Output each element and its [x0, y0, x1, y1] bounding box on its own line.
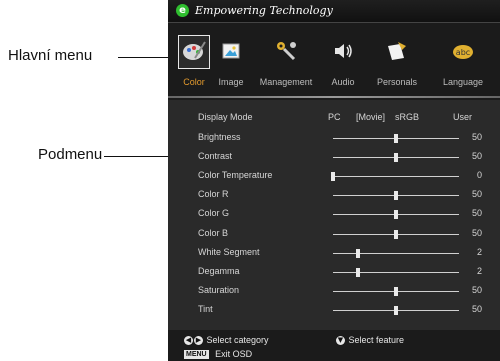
tab-label: Color — [183, 77, 205, 87]
display-mode-option-srgb[interactable]: sRGB — [395, 112, 419, 122]
slider-track[interactable] — [333, 176, 459, 178]
setting-row[interactable]: Color Temperature 0 — [198, 170, 488, 184]
tab-personals[interactable]: Personals — [369, 34, 425, 90]
left-arrow-button-icon: ◀ — [184, 336, 193, 346]
slider-knob[interactable] — [356, 267, 361, 277]
display-mode-option-pc[interactable]: PC — [328, 112, 341, 122]
slider-knob[interactable] — [394, 286, 398, 296]
setting-value: 50 — [471, 284, 482, 295]
tab-label: Audio — [331, 77, 355, 87]
setting-value: 50 — [471, 227, 482, 238]
display-mode-row[interactable]: Display Mode PC [Movie] sRGB User — [198, 112, 498, 126]
setting-label: Contrast — [198, 151, 233, 162]
setting-value: 50 — [471, 208, 482, 219]
svg-text:abc: abc — [456, 48, 470, 57]
slider-knob[interactable] — [394, 153, 398, 163]
callout-main-menu: Hlavní menu — [8, 47, 93, 64]
setting-row[interactable]: Color B 50 — [198, 228, 488, 242]
menu-divider — [168, 96, 500, 98]
display-mode-label: Display Mode — [198, 112, 253, 122]
tab-label: Management — [259, 77, 313, 87]
setting-value: 2 — [476, 265, 482, 276]
tab-language[interactable]: abc Language — [426, 34, 500, 90]
setting-row[interactable]: Color R 50 — [198, 189, 488, 203]
slider-track[interactable] — [333, 271, 459, 273]
hint-select-category: ◀ ▶ Select category — [184, 335, 269, 346]
menu-key-icon: MENU — [184, 350, 209, 360]
setting-row[interactable]: Brightness 50 — [198, 132, 488, 146]
tab-label: Image — [218, 77, 244, 87]
tab-audio[interactable]: Audio — [323, 34, 363, 90]
setting-label: Brightness — [198, 132, 241, 142]
slider-knob[interactable] — [331, 172, 335, 182]
tab-management[interactable]: Management — [251, 34, 321, 90]
display-mode-option-user[interactable]: User — [453, 112, 472, 122]
brand-logo-icon: e — [176, 4, 189, 17]
osd-menu: e Empowering Technology Color Image Mana… — [168, 0, 500, 361]
setting-label: Saturation — [198, 284, 240, 295]
setting-row[interactable]: White Segment 2 — [198, 247, 488, 261]
right-arrow-button-icon: ▶ — [194, 336, 203, 346]
setting-row[interactable]: Tint 50 — [198, 304, 488, 318]
hint-exit-osd-text: Exit OSD — [215, 349, 253, 359]
setting-label: Tint — [198, 303, 213, 314]
slider-knob[interactable] — [394, 229, 398, 239]
setting-label: Degamma — [198, 265, 240, 276]
palette-icon — [183, 41, 206, 60]
wrench-gear-icon — [277, 42, 296, 61]
tab-color[interactable]: Color — [172, 34, 216, 90]
down-arrow-button-icon: ▼ — [336, 336, 345, 346]
setting-label: White Segment — [198, 246, 260, 257]
setting-row[interactable]: Degamma 2 — [198, 266, 488, 280]
callout-submenu: Podmenu — [38, 146, 103, 163]
abc-language-icon: abc — [453, 45, 473, 59]
tab-label: Personals — [376, 77, 418, 87]
setting-label: Color B — [198, 227, 229, 238]
setting-value: 50 — [471, 189, 482, 200]
setting-row[interactable]: Color G 50 — [198, 208, 488, 222]
speaker-icon — [335, 44, 352, 58]
tab-image[interactable]: Image — [212, 34, 250, 90]
brand-text: Empowering Technology — [195, 4, 333, 17]
setting-value: 2 — [476, 246, 482, 257]
submenu-panel: Display Mode PC [Movie] sRGB User Bright… — [168, 100, 500, 330]
setting-value: 0 — [476, 170, 482, 181]
osd-header: e Empowering Technology — [168, 0, 500, 23]
setting-label: Color Temperature — [198, 170, 273, 181]
setting-value: 50 — [471, 151, 482, 162]
slider-knob[interactable] — [356, 248, 361, 258]
slider-knob[interactable] — [394, 210, 398, 220]
display-mode-option-movie[interactable]: [Movie] — [356, 112, 385, 122]
osd-footer: ◀ ▶ Select category ▼ Select feature MENU… — [168, 330, 500, 361]
hint-select-feature-text: Select feature — [348, 335, 405, 345]
image-icon — [222, 43, 240, 59]
setting-label: Color G — [198, 208, 230, 219]
setting-row[interactable]: Saturation 50 — [198, 285, 488, 299]
tab-label: Language — [442, 77, 484, 87]
slider-knob[interactable] — [394, 134, 398, 143]
slider-track[interactable] — [333, 252, 459, 254]
hint-select-feature: ▼ Select feature — [336, 335, 405, 346]
main-menu-tabs: Color Image Management Audio Personals a… — [168, 30, 500, 90]
slider-knob[interactable] — [394, 191, 398, 201]
personal-folder-icon — [388, 42, 406, 60]
setting-row[interactable]: Contrast 50 — [198, 151, 488, 165]
setting-value: 50 — [471, 132, 482, 142]
setting-label: Color R — [198, 189, 229, 200]
setting-value: 50 — [471, 303, 482, 314]
slider-knob[interactable] — [394, 305, 398, 315]
hint-exit-osd: MENU Exit OSD — [184, 349, 253, 360]
hint-select-category-text: Select category — [206, 335, 269, 345]
